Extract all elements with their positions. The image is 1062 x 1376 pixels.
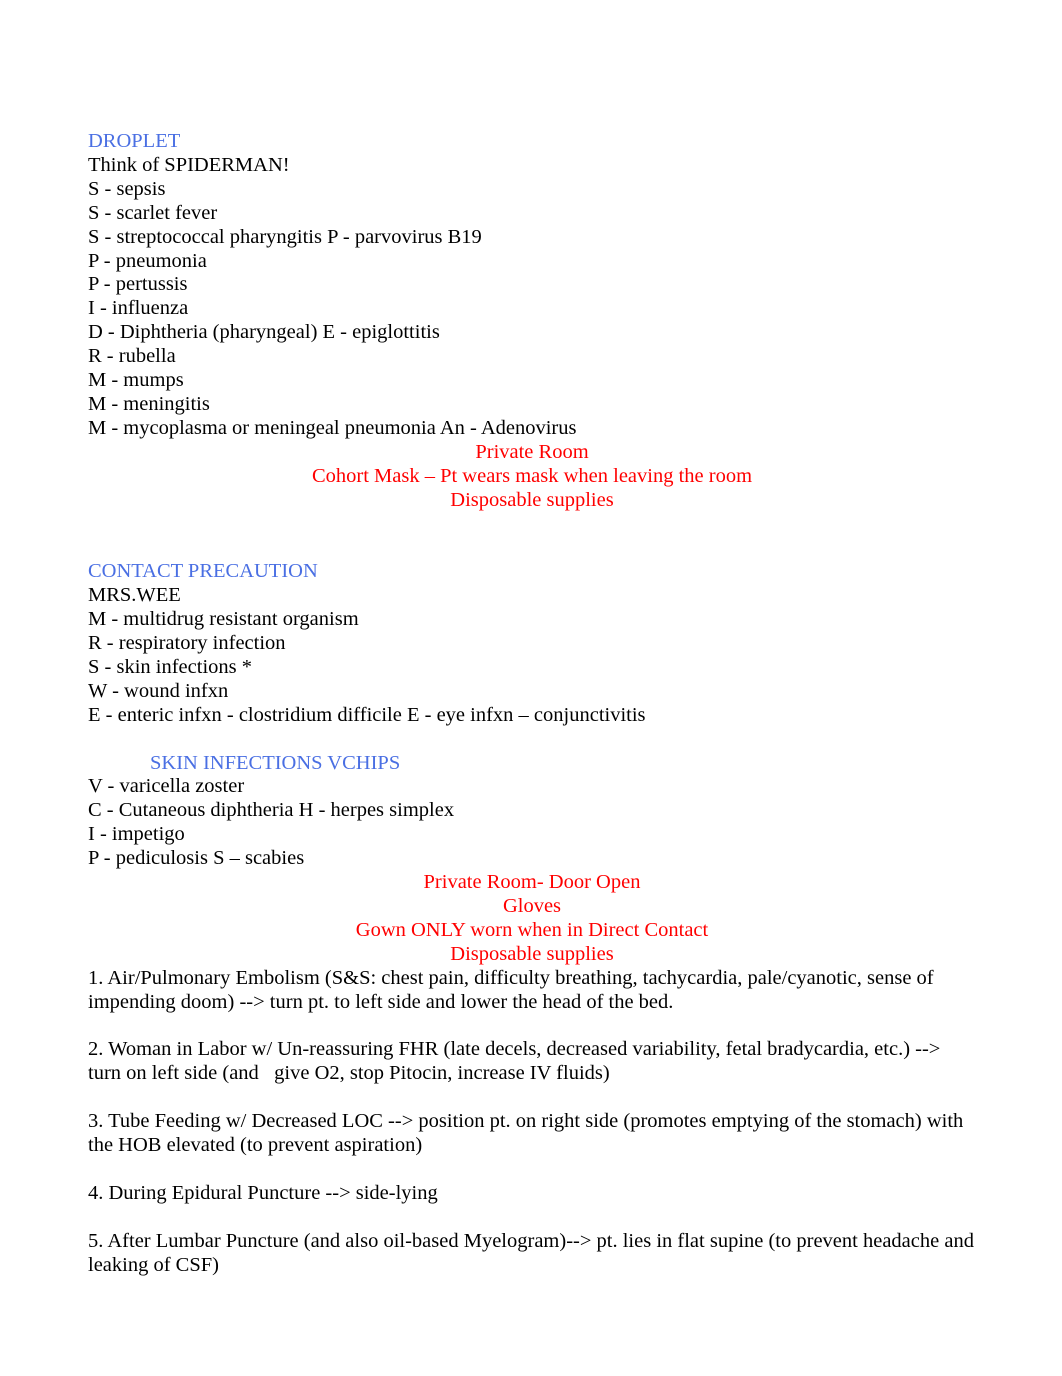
droplet-requirement: Private Room — [475, 440, 589, 463]
document-body: DROPLET Think of SPIDERMAN! S - sepsis S… — [88, 130, 976, 1277]
droplet-item: S - streptococcal pharyngitis P - parvov… — [88, 225, 482, 248]
contact-item: R - respiratory infection — [88, 632, 286, 655]
droplet-item: S - sepsis — [88, 177, 166, 200]
droplet-requirement: Cohort Mask – Pt wears mask when leaving… — [311, 464, 753, 487]
positioning-item: 5. After Lumbar Puncture (and also oil-b… — [88, 1229, 980, 1276]
skin-infection-item: P - pediculosis S – scabies — [88, 847, 305, 870]
heading-droplet: DROPLET — [88, 130, 181, 152]
skin-infection-requirement: Disposable supplies — [450, 942, 614, 965]
contact-item: M - multidrug resistant organism — [88, 608, 359, 631]
droplet-requirement: Disposable supplies — [450, 488, 614, 511]
positioning-item: 2. Woman in Labor w/ Un-reassuring FHR (… — [88, 1038, 946, 1085]
positioning-item: 1. Air/Pulmonary Embolism (S&S: chest pa… — [88, 966, 939, 1013]
skin-infection-requirement: Gloves — [502, 894, 562, 917]
contact-item: E - enteric infxn - clostridium difficil… — [88, 703, 646, 726]
positioning-item: 4. During Epidural Puncture --> side-lyi… — [88, 1181, 438, 1204]
skin-infection-item: V - varicella zoster — [88, 775, 245, 798]
contact-item: W - wound infxn — [88, 679, 229, 702]
droplet-item: D - Diphtheria (pharyngeal) E - epiglott… — [88, 321, 440, 344]
skin-infection-requirement: Private Room- Door Open — [423, 871, 641, 894]
droplet-item: M - meningitis — [88, 392, 210, 415]
positioning-item: 3. Tube Feeding w/ Decreased LOC --> pos… — [88, 1110, 969, 1156]
contact-item: S - skin infections * — [88, 655, 252, 678]
droplet-item: M - mumps — [88, 369, 184, 392]
document-page: DROPLET Think of SPIDERMAN! S - sepsis S… — [0, 0, 1062, 1376]
heading-contact-precaution: CONTACT PRECAUTION — [88, 560, 318, 583]
skin-infection-item: I - impetigo — [88, 823, 185, 846]
droplet-item: M - mycoplasma or meningeal pneumonia An… — [88, 416, 577, 439]
droplet-mnemonic-intro: Think of SPIDERMAN! — [88, 153, 290, 176]
droplet-item: R - rubella — [88, 345, 176, 368]
contact-mnemonic-intro: MRS.WEE — [88, 584, 181, 607]
droplet-item: P - pneumonia — [88, 249, 207, 272]
heading-skin-infections: SKIN INFECTIONS VCHIPS — [150, 751, 401, 774]
droplet-item: I - influenza — [88, 297, 189, 320]
skin-infection-item: C - Cutaneous diphtheria H - herpes simp… — [88, 799, 455, 822]
droplet-item: S - scarlet fever — [88, 201, 218, 224]
skin-infection-requirement: Gown ONLY worn when in Direct Contact — [355, 918, 709, 941]
droplet-item: P - pertussis — [88, 273, 188, 296]
